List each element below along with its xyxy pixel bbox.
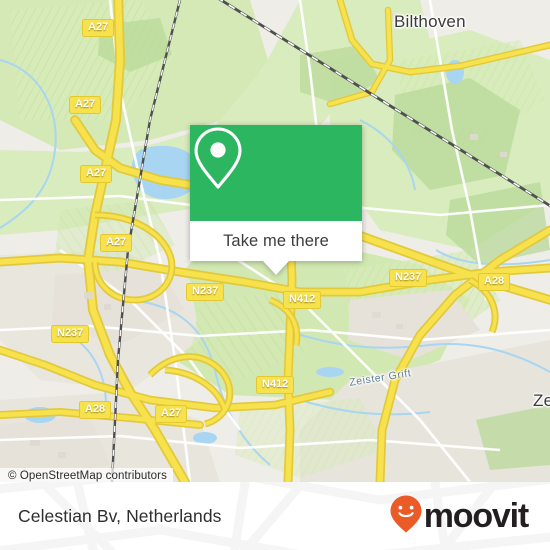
osm-attribution[interactable]: © OpenStreetMap contributors (0, 468, 173, 482)
moovit-logo[interactable]: moovit (389, 494, 532, 539)
moovit-pin-icon (389, 494, 423, 539)
location-title: Celestian Bv, Netherlands (18, 505, 222, 526)
road-shield: A27 (69, 96, 102, 114)
place-label-town: Bilthoven (394, 12, 466, 31)
place-label-town: Ze (533, 391, 550, 410)
footer-content: Celestian Bv, Netherlands moovit (0, 482, 550, 550)
road-shield: A28 (478, 273, 511, 291)
road-shield: N412 (256, 376, 295, 394)
road-shield: A27 (80, 165, 113, 183)
take-me-there-label: Take me there (223, 231, 329, 250)
road-shield: A27 (100, 234, 133, 252)
screen: A27 A27 A27 A27 N237 N237 N412 N237 A28 … (0, 0, 550, 550)
road-shield: A28 (79, 401, 112, 419)
callout-action-bar[interactable]: Take me there (190, 221, 362, 275)
road-shield: N237 (389, 269, 428, 287)
take-me-there-callout[interactable]: Take me there (190, 125, 362, 275)
road-shield: A27 (155, 405, 188, 423)
road-shield: N237 (51, 325, 90, 343)
road-shield: N237 (186, 283, 225, 301)
footer-bar: Celestian Bv, Netherlands moovit (0, 482, 550, 550)
moovit-wordmark: moovit (423, 497, 529, 535)
callout-pin-area (190, 125, 362, 221)
road-shield: N412 (283, 291, 322, 309)
callout-pointer (263, 261, 289, 275)
road-shield: A27 (82, 19, 115, 37)
map-canvas[interactable]: A27 A27 A27 A27 N237 N237 N412 N237 A28 … (0, 0, 550, 482)
